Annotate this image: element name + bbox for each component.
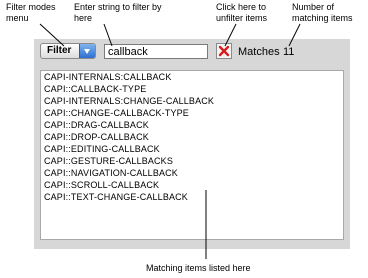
annotation-leader-lines bbox=[39, 23, 301, 259]
leader-line-enter-string bbox=[103, 23, 113, 47]
leader-line-number-matching bbox=[288, 23, 301, 47]
leader-line-click-here bbox=[224, 23, 237, 47]
leader-line-filter-modes bbox=[39, 23, 65, 47]
